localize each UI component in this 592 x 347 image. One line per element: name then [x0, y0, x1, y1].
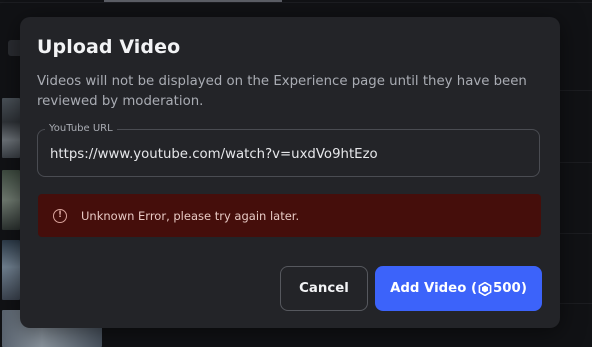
error-alert: ! Unknown Error, please try again later.: [38, 194, 541, 237]
cancel-button-label: Cancel: [299, 281, 349, 296]
dialog-title: Upload Video: [37, 36, 181, 58]
background-thumbnail: [2, 240, 20, 300]
upload-video-dialog: Upload Video Videos will not be displaye…: [20, 17, 560, 328]
background-divider: [0, 2, 592, 3]
add-video-label-suffix: ): [520, 281, 527, 296]
background-thumbnail: [2, 170, 20, 230]
add-video-button[interactable]: Add Video ( 500 ): [375, 266, 542, 311]
page: Upload Video Videos will not be displaye…: [0, 0, 592, 347]
background-thumbnail: [2, 98, 20, 158]
youtube-url-input[interactable]: [50, 142, 528, 166]
add-video-cost: 500: [493, 281, 521, 296]
error-message: Unknown Error, please try again later.: [81, 208, 300, 223]
error-icon: !: [53, 208, 67, 223]
dialog-description: Videos will not be displayed on the Expe…: [37, 74, 527, 109]
cancel-button[interactable]: Cancel: [280, 266, 368, 311]
robux-icon: [478, 281, 492, 296]
youtube-url-field[interactable]: YouTube URL: [37, 122, 540, 177]
youtube-url-label: YouTube URL: [45, 122, 117, 136]
add-video-label-prefix: Add Video (: [390, 281, 478, 296]
